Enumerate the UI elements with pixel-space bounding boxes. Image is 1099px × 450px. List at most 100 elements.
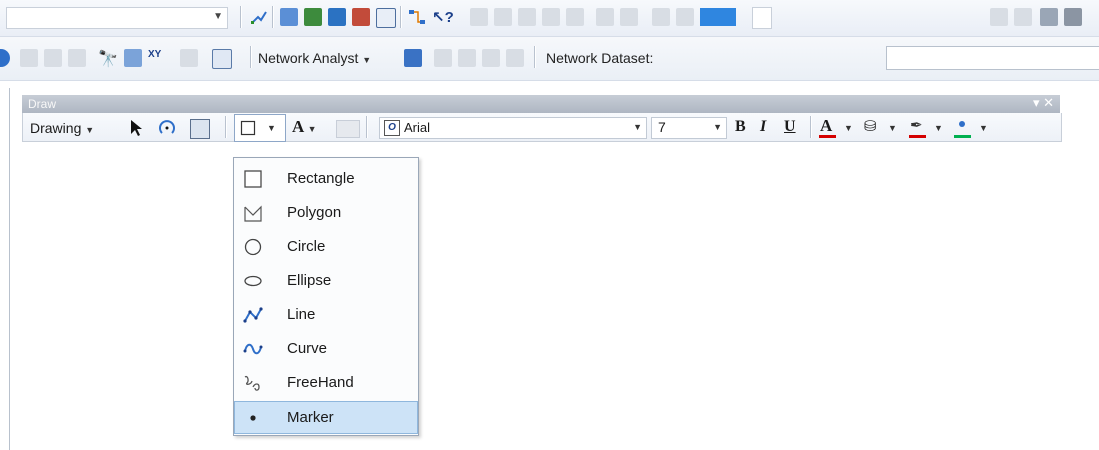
marker-color-button[interactable]: ▼ [953,116,993,140]
tool-icon[interactable] [1064,8,1082,26]
shape-dropdown-menu: Rectangle Polygon Circle Ellipse Line Cu… [233,157,419,436]
disabled-tool-icon [470,8,488,26]
chevron-down-icon: ▼ [934,123,943,133]
find-icon[interactable]: 🔭 [98,49,118,68]
font-name-combo[interactable]: O Arial ▼ [379,117,647,139]
disabled-tool-icon [434,49,452,67]
line-icon [243,307,263,323]
graph-icon[interactable] [408,8,426,26]
menu-item-line[interactable]: Line [235,299,417,330]
disabled-tool-icon [20,49,38,67]
circle-icon [244,238,262,256]
separator [225,116,227,138]
italic-button[interactable]: I [760,118,766,136]
rectangle-icon [244,170,262,188]
small-combo[interactable] [752,7,772,29]
menu-item-label: Ellipse [287,272,332,289]
menu-item-label: Curve [287,340,328,357]
layer-icon[interactable] [304,8,322,26]
menu-item-polygon[interactable]: Polygon [235,197,417,228]
font-size-combo[interactable]: 7 ▼ [651,117,727,139]
separator [272,6,274,28]
disabled-tool-icon [596,8,614,26]
scale-combo[interactable]: ▼ [6,7,228,29]
chevron-down-icon[interactable]: ▼ [713,122,722,132]
chevron-down-icon: ▼ [844,123,853,133]
color-swatch[interactable] [700,8,736,26]
tool-icon[interactable] [124,49,142,67]
drawing-menu-label: Drawing [30,120,82,136]
ellipse-icon [244,275,262,287]
chevron-down-icon[interactable]: ▼ [633,122,642,132]
draw-toolbar-titlebar[interactable]: Draw ▾ ✕ [22,95,1060,113]
font-name-value: Arial [404,120,431,135]
go-to-xy-icon[interactable]: XY [148,49,166,67]
zoom-whole-page-icon[interactable] [190,119,210,139]
marker-dot-icon [959,121,965,127]
disabled-tool-icon [506,49,524,67]
separator [250,46,252,68]
menu-item-circle[interactable]: Circle [235,231,417,262]
rectangle-icon [240,120,256,136]
line-color-button[interactable]: ✒ ▼ [908,116,948,140]
edit-vertex-icon[interactable] [250,8,268,26]
python-icon[interactable] [376,8,396,28]
disabled-tool-icon [458,49,476,67]
disabled-tool-icon [1014,8,1032,26]
marker-color-bar [954,135,971,138]
menu-item-ellipse[interactable]: Ellipse [235,265,417,296]
tool-icon[interactable] [212,49,232,69]
curve-icon [243,343,263,355]
separator [534,46,536,68]
menu-item-label: Rectangle [287,170,355,187]
chevron-down-icon: ▼ [888,123,897,133]
chevron-down-icon: ▼ [307,124,317,134]
menu-item-label: Line [287,306,316,323]
disabled-tool-icon [518,8,536,26]
close-icon[interactable]: ▾ ✕ [1033,95,1054,111]
menu-item-curve[interactable]: Curve [235,333,417,364]
network-dataset-field[interactable] [886,46,1099,70]
font-color-button[interactable]: A ▼ [818,116,858,140]
separator [366,116,368,138]
arcmap-icon[interactable] [352,8,370,26]
network-window-icon[interactable] [404,49,422,67]
edit-vertices-icon [336,120,360,138]
network-dataset-label: Network Dataset: [546,50,654,66]
new-shape-dropdown-button[interactable]: ▼ [234,114,286,142]
select-elements-icon[interactable] [128,119,144,137]
marker-icon [250,415,256,421]
menu-item-rectangle[interactable]: Rectangle [235,163,417,194]
chevron-down-icon: ▼ [362,55,372,65]
catalog-icon[interactable] [328,8,346,26]
chevron-down-icon[interactable]: ▼ [213,11,223,22]
whats-this-icon[interactable]: ↖? [432,8,454,26]
disabled-tool-icon [482,49,500,67]
separator [400,6,402,28]
disabled-tool-icon [68,49,86,67]
menu-item-marker[interactable]: Marker [234,401,418,434]
table-icon[interactable] [280,8,298,26]
draw-toolbar-title: Draw [28,97,57,111]
menu-item-label: Marker [287,409,334,426]
underline-button[interactable]: U [784,118,796,136]
disabled-tool-icon [620,8,638,26]
menu-item-label: FreeHand [287,374,354,391]
disabled-tool-icon [542,8,560,26]
fill-color-button[interactable]: ⛁ ▼ [862,116,902,140]
new-text-button[interactable]: A ▼ [292,117,317,137]
disabled-tool-icon [494,8,512,26]
pen-icon: ✒ [910,117,923,134]
drawing-menu-button[interactable]: Drawing ▼ [30,120,94,136]
menu-item-label: Circle [287,238,326,255]
map-canvas[interactable] [9,88,1090,450]
bold-button[interactable]: B [735,118,746,136]
rotate-icon[interactable] [158,119,176,137]
tool-icon[interactable] [1040,8,1058,26]
menu-item-freehand[interactable]: FreeHand [235,367,417,398]
disabled-tool-icon [180,49,198,67]
line-color-bar [909,135,926,138]
network-analyst-label: Network Analyst [258,50,359,66]
disabled-tool-icon [44,49,62,67]
network-analyst-menu[interactable]: Network Analyst ▼ [258,50,371,66]
